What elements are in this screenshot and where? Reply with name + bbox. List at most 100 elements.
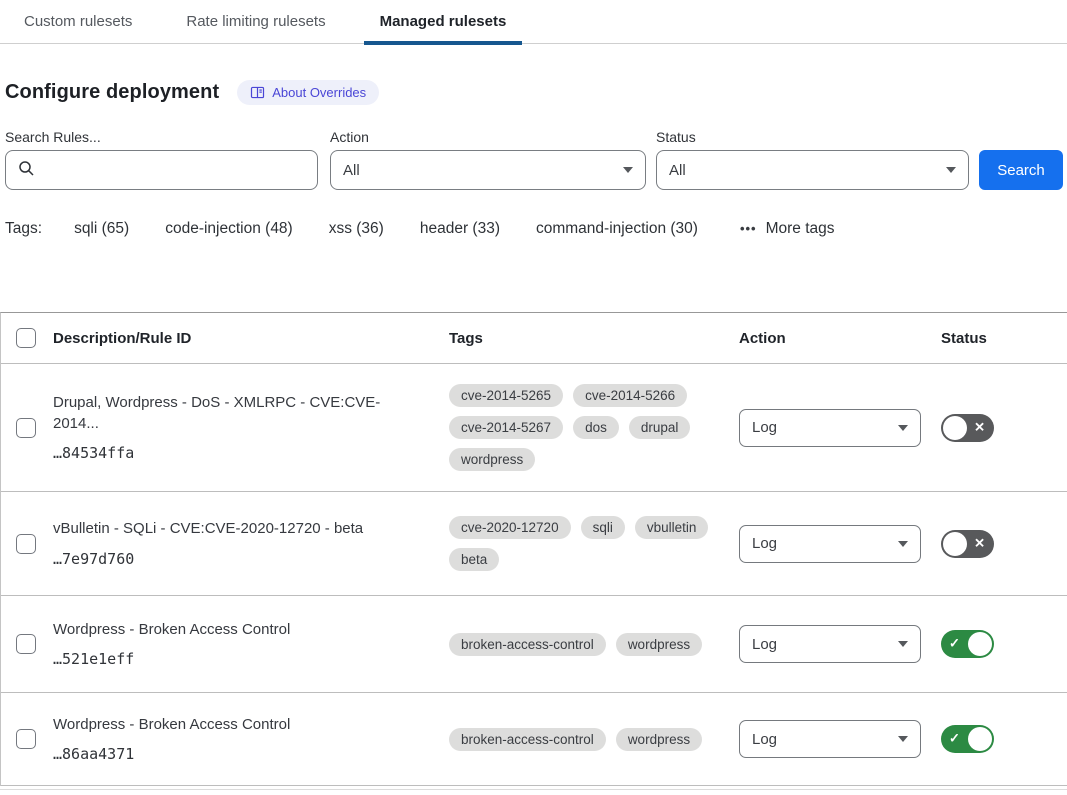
rule-tags: cve-2014-5265 cve-2014-5266 cve-2014-5267 d… [449, 384, 739, 471]
tag-pill: cve-2014-5267 [449, 416, 563, 439]
action-filter-label: Action [330, 129, 646, 145]
page-header: Configure deployment About Overrides [5, 80, 1067, 105]
tag-filter-xss[interactable]: xss (36) [329, 220, 384, 238]
book-icon [250, 85, 265, 100]
rules-table: Description/Rule ID Tags Action Status D… [0, 312, 1067, 786]
table-row: vBulletin - SQLi - CVE:CVE-2020-12720 - … [1, 492, 1067, 596]
select-all-checkbox[interactable] [16, 328, 36, 348]
search-box [5, 150, 318, 190]
ruleset-tabs: Custom rulesets Rate limiting rulesets M… [0, 0, 1067, 44]
rule-status-toggle[interactable]: ✓ ✕ [941, 725, 994, 753]
rule-action-value: Log [752, 636, 777, 653]
check-icon: ✓ [949, 636, 960, 652]
rule-description: Wordpress - Broken Access Control [53, 620, 425, 640]
rule-id: …521e1eff [53, 650, 425, 668]
tag-pill: drupal [629, 416, 691, 439]
tab-managed-rulesets[interactable]: Managed rulesets [364, 0, 523, 43]
rule-action-value: Log [752, 419, 777, 436]
rule-tags: broken-access-control wordpress [449, 728, 739, 751]
tag-filter-code-injection[interactable]: code-injection (48) [165, 220, 293, 238]
tag-filter-sqli[interactable]: sqli (65) [74, 220, 129, 238]
toggle-knob [943, 416, 967, 440]
chevron-down-icon [623, 167, 633, 173]
table-row: Drupal, Wordpress - DoS - XMLRPC - CVE:C… [1, 364, 1067, 492]
status-filter-group: Status All [656, 129, 969, 190]
column-header-action: Action [739, 330, 936, 347]
tags-bar: Tags: sqli (65) code-injection (48) xss … [5, 220, 1067, 238]
rule-status-toggle[interactable]: ✓ ✕ [941, 414, 994, 442]
tag-pill: cve-2014-5266 [573, 384, 687, 407]
tag-pill: vbulletin [635, 516, 709, 539]
rule-action-value: Log [752, 731, 777, 748]
about-overrides-badge[interactable]: About Overrides [237, 80, 379, 105]
tags-label: Tags: [5, 220, 42, 238]
next-row-divider [0, 789, 1067, 790]
tag-pill: wordpress [449, 448, 535, 471]
table-header-row: Description/Rule ID Tags Action Status [1, 313, 1067, 364]
action-filter-value: All [343, 162, 360, 179]
rule-status-toggle[interactable]: ✓ ✕ [941, 630, 994, 658]
tab-custom-rulesets[interactable]: Custom rulesets [8, 0, 148, 43]
table-row: Wordpress - Broken Access Control …521e1… [1, 596, 1067, 693]
ellipsis-icon: ••• [740, 221, 757, 236]
search-field-group: Search Rules... [5, 129, 318, 190]
tag-pill: beta [449, 548, 499, 571]
chevron-down-icon [946, 167, 956, 173]
rule-description: Wordpress - Broken Access Control [53, 715, 425, 735]
rule-action-select[interactable]: Log [739, 720, 921, 758]
rule-action-select[interactable]: Log [739, 625, 921, 663]
tag-pill: broken-access-control [449, 633, 606, 656]
rule-status-toggle[interactable]: ✓ ✕ [941, 530, 994, 558]
rule-id: …84534ffa [53, 444, 425, 462]
tag-filter-header[interactable]: header (33) [420, 220, 500, 238]
row-checkbox[interactable] [16, 634, 36, 654]
filter-bar: Search Rules... Action All Status [5, 129, 1067, 190]
rule-description: vBulletin - SQLi - CVE:CVE-2020-12720 - … [53, 519, 425, 539]
tab-rate-limiting-rulesets[interactable]: Rate limiting rulesets [170, 0, 341, 43]
action-filter-select[interactable]: All [330, 150, 646, 190]
tag-pill: wordpress [616, 728, 702, 751]
rule-action-select[interactable]: Log [739, 409, 921, 447]
table-body: Drupal, Wordpress - DoS - XMLRPC - CVE:C… [1, 364, 1067, 786]
status-filter-value: All [669, 162, 686, 179]
search-icon [18, 160, 35, 181]
toggle-knob [943, 532, 967, 556]
rule-tags: cve-2020-12720sqlivbulletinbeta [449, 516, 739, 571]
tag-pill: wordpress [616, 633, 702, 656]
row-checkbox[interactable] [16, 534, 36, 554]
x-icon: ✕ [974, 419, 985, 435]
chevron-down-icon [898, 641, 908, 647]
rule-action-select[interactable]: Log [739, 525, 921, 563]
rule-id: …7e97d760 [53, 550, 425, 568]
chevron-down-icon [898, 736, 908, 742]
search-input[interactable] [43, 162, 305, 179]
about-overrides-label: About Overrides [272, 85, 366, 100]
rule-tags: broken-access-control wordpress [449, 633, 739, 656]
tag-filter-command-injection[interactable]: command-injection (30) [536, 220, 698, 238]
check-icon: ✓ [949, 731, 960, 747]
toggle-knob [968, 727, 992, 751]
more-tags-button[interactable]: ••• More tags [740, 220, 835, 238]
rule-id: …86aa4371 [53, 745, 425, 763]
status-filter-label: Status [656, 129, 969, 145]
rule-action-value: Log [752, 535, 777, 552]
search-rules-label: Search Rules... [5, 129, 318, 145]
rule-description: Drupal, Wordpress - DoS - XMLRPC - CVE:C… [53, 393, 425, 434]
chevron-down-icon [898, 425, 908, 431]
tag-pill: cve-2014-5265 [449, 384, 563, 407]
tag-pill: broken-access-control [449, 728, 606, 751]
page-title: Configure deployment [5, 81, 219, 104]
managed-rulesets-page: Custom rulesets Rate limiting rulesets M… [0, 0, 1067, 795]
row-checkbox[interactable] [16, 418, 36, 438]
column-header-tags: Tags [449, 330, 739, 347]
tag-pill: dos [573, 416, 619, 439]
tag-pill: cve-2020-12720 [449, 516, 571, 539]
row-checkbox[interactable] [16, 729, 36, 749]
column-header-description: Description/Rule ID [53, 330, 449, 347]
column-header-status: Status [936, 330, 1067, 347]
action-filter-group: Action All [330, 129, 646, 190]
chevron-down-icon [898, 541, 908, 547]
search-button[interactable]: Search [979, 150, 1063, 190]
status-filter-select[interactable]: All [656, 150, 969, 190]
more-tags-label: More tags [766, 220, 835, 238]
